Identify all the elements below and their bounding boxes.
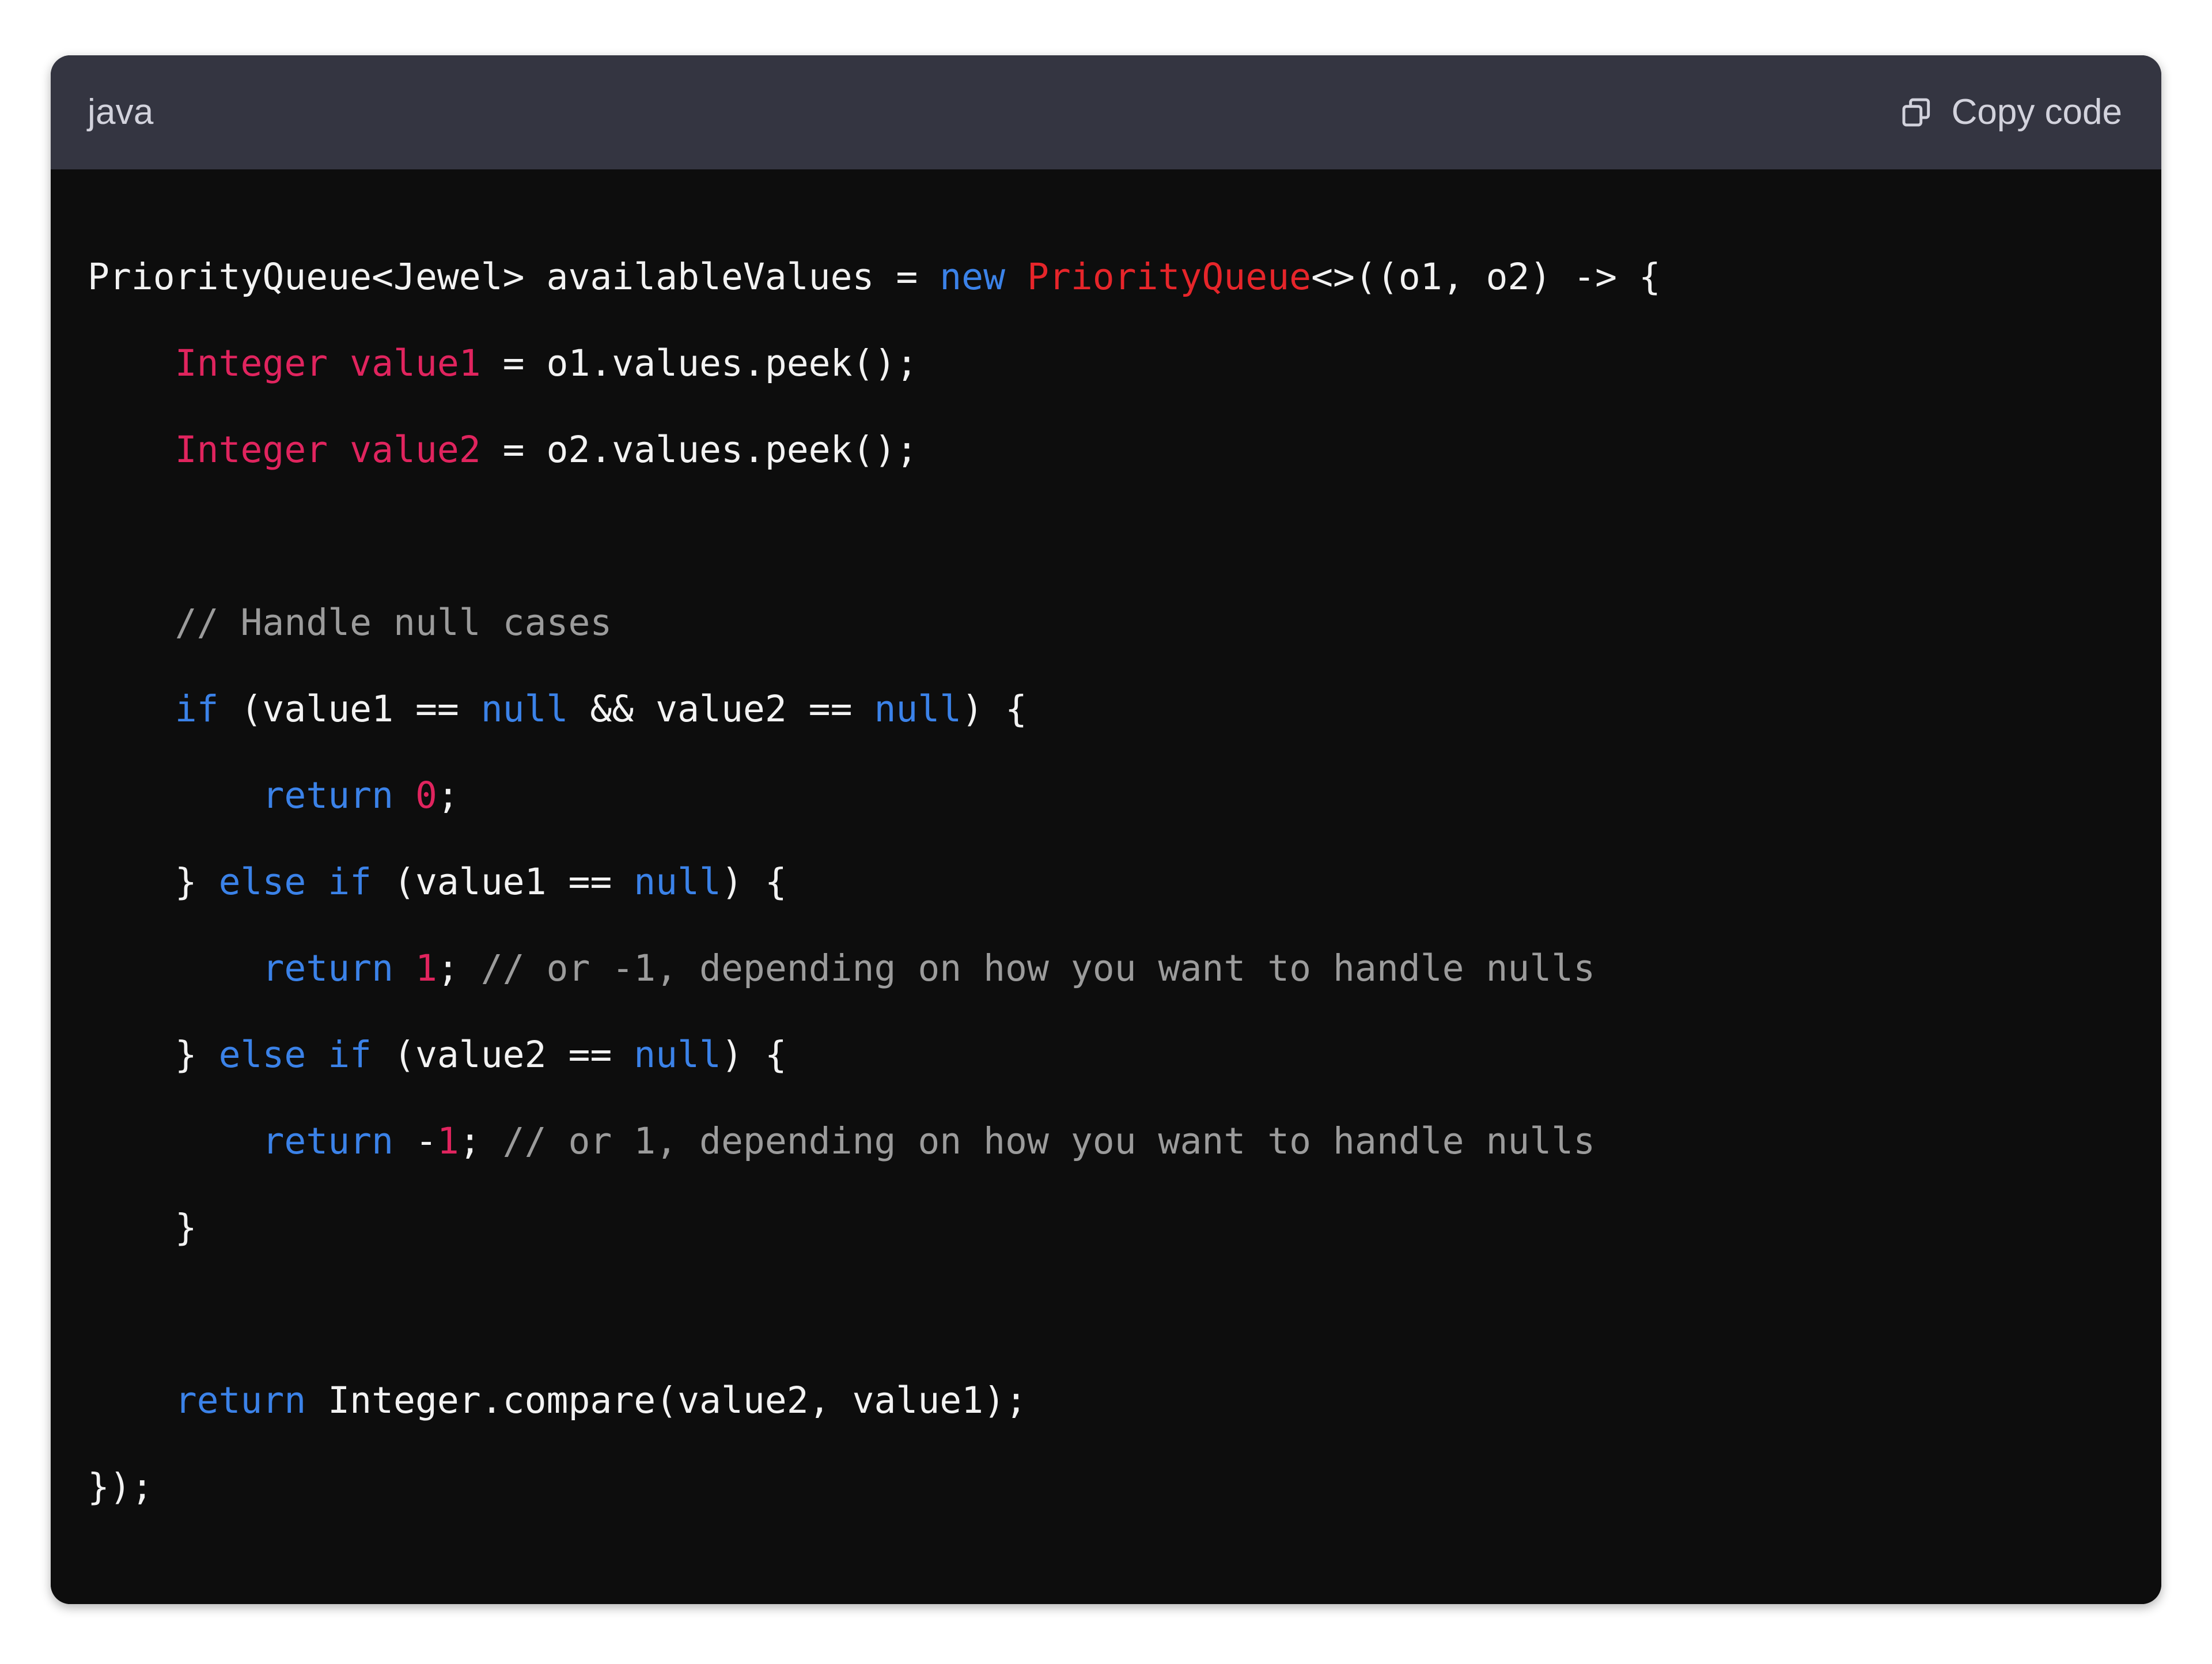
code-token: PriorityQueue<Jewel> availableValues = [88,256,940,298]
code-block-header: java Copy code [51,55,2161,169]
code-token: = o2.values.peek(); [480,429,918,471]
code-token: (value1 == [218,688,481,730]
code-token: ; [459,1120,503,1162]
code-token: PriorityQueue [1027,256,1312,298]
code-token: - [393,1120,437,1162]
code-token: return [262,774,394,816]
code-token: return [262,947,394,989]
code-token: else if [218,861,372,903]
code-token: Integer value1 [175,342,481,384]
code-token: ) { [961,688,1027,730]
code-line: Integer value2 = o2.values.peek(); [88,407,2124,493]
code-line: return 0; [88,752,2124,839]
page-root: java Copy code PriorityQueue<Jewel> avai… [0,0,2212,1664]
code-token: null [634,1034,721,1076]
copy-icon [1899,94,1934,130]
code-token: && value2 == [568,688,874,730]
code-token: Integer value2 [175,429,481,471]
code-token: ; [437,947,481,989]
code-line: // Handle null cases [88,580,2124,666]
code-token: }); [88,1466,153,1508]
code-token: new [940,256,1027,298]
code-token: } [88,1034,219,1076]
code-token: = o1.values.peek(); [480,342,918,384]
code-line: return -1; // or 1, depending on how you… [88,1098,2124,1185]
code-token: } [88,861,219,903]
code-line: } else if (value2 == null) { [88,1012,2124,1098]
code-token: <>((o1, o2) -> { [1311,256,1661,298]
code-token: null [874,688,962,730]
code-language-label: java [88,92,154,132]
copy-code-button[interactable]: Copy code [1896,91,2124,134]
code-line: return Integer.compare(value2, value1); [88,1357,2124,1444]
code-token: // or 1, depending on how you want to ha… [502,1120,1596,1162]
code-token: (value1 == [372,861,634,903]
code-token: } [88,1207,197,1249]
code-line: }); [88,1444,2124,1530]
code-token: ) { [721,861,787,903]
code-token: // Handle null cases [175,602,612,644]
code-token: return [175,1379,306,1421]
code-token: 1 [415,947,437,989]
code-token: return [262,1120,394,1162]
code-line: PriorityQueue<Jewel> availableValues = n… [88,234,2124,320]
code-token: // or -1, depending on how you want to h… [480,947,1596,989]
code-token: (value2 == [372,1034,634,1076]
code-token: ) { [721,1034,787,1076]
code-token: null [634,861,721,903]
code-token: null [480,688,569,730]
code-content: PriorityQueue<Jewel> availableValues = n… [88,234,2124,1530]
code-token: ; [437,774,459,816]
code-line: } [88,1185,2124,1271]
code-token: 0 [415,774,437,816]
code-token: Integer.compare(value2, value1); [306,1379,1027,1421]
code-line: Integer value1 = o1.values.peek(); [88,320,2124,407]
copy-code-label: Copy code [1951,92,2122,132]
code-block: java Copy code PriorityQueue<Jewel> avai… [51,55,2161,1604]
code-block-body[interactable]: PriorityQueue<Jewel> availableValues = n… [51,169,2161,1604]
code-line: if (value1 == null && value2 == null) { [88,666,2124,752]
code-line: return 1; // or -1, depending on how you… [88,925,2124,1012]
code-token: if [175,688,219,730]
code-line: } else if (value1 == null) { [88,839,2124,925]
code-token: 1 [437,1120,459,1162]
code-token: else if [218,1034,372,1076]
